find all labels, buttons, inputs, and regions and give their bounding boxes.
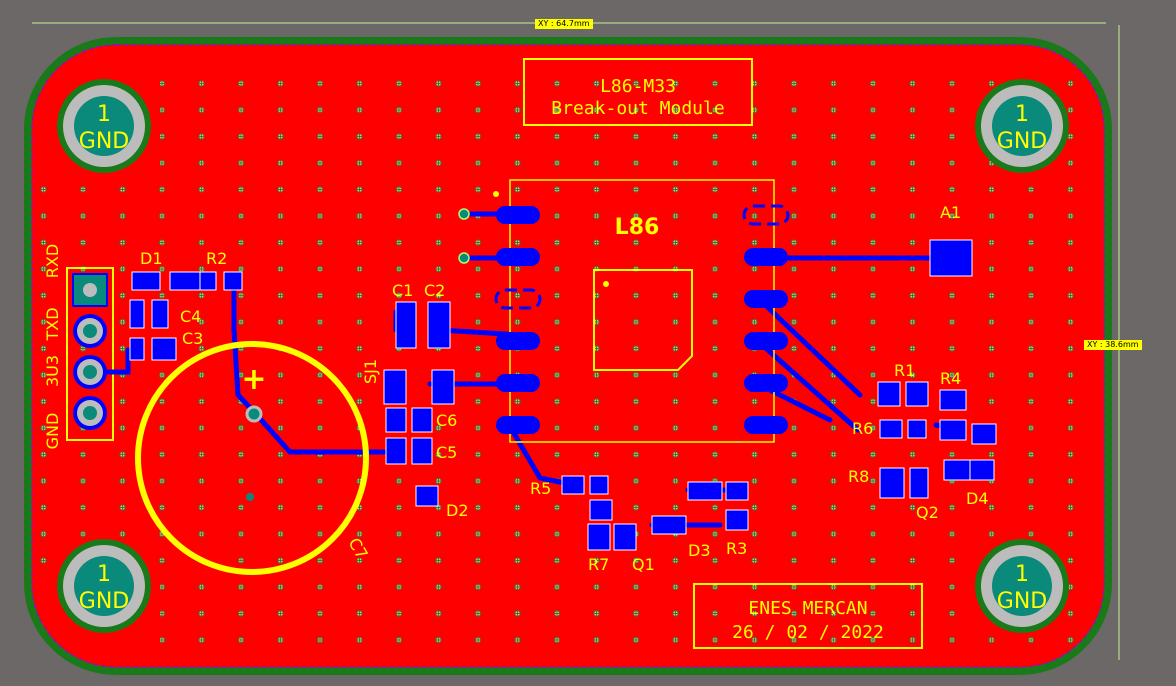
- title-line1: L86-M33: [600, 76, 676, 97]
- header-label-3v3: 3U3: [43, 355, 62, 387]
- svg-text:GND: GND: [79, 129, 129, 154]
- mounting-hole-bottom-right: 1 GND: [975, 539, 1069, 633]
- header-label-gnd: GND: [43, 413, 62, 450]
- author-name: ENES MERCAN: [748, 598, 867, 619]
- designator-r8: R8: [848, 467, 869, 486]
- designator-d2: D2: [446, 501, 469, 520]
- svg-text:1: 1: [97, 102, 111, 127]
- title-line2: Break-out Module: [551, 98, 724, 119]
- battery-plus-marker: +: [241, 362, 266, 397]
- svg-text:GND: GND: [997, 129, 1047, 154]
- author-date: 26 / 02 / 2022: [732, 622, 884, 643]
- designator-r2: R2: [206, 249, 227, 268]
- designator-r6: R6: [852, 419, 873, 438]
- designator-c1: C1: [392, 281, 413, 300]
- designator-sj1: SJ1: [361, 359, 380, 384]
- svg-text:GND: GND: [997, 589, 1047, 614]
- svg-text:GND: GND: [79, 589, 129, 614]
- designator-d4: D4: [966, 489, 989, 508]
- designator-q1: Q1: [632, 555, 655, 574]
- header-label-txd: TXD: [43, 307, 62, 341]
- svg-text:1: 1: [1015, 102, 1029, 127]
- svg-text:1: 1: [1015, 562, 1029, 587]
- svg-text:1: 1: [97, 562, 111, 587]
- designator-c6: C6: [436, 411, 457, 430]
- designator-c4: C4: [180, 307, 201, 326]
- header-label-rxd: RXD: [43, 244, 62, 278]
- designator-d1: D1: [140, 249, 163, 268]
- width-dimension-label: XY : 64.7mm: [535, 19, 593, 29]
- module-label: L86: [615, 215, 660, 240]
- mounting-hole-top-right: 1 GND: [975, 79, 1069, 173]
- stitching-vias: [160, 76, 1080, 656]
- mounting-hole-bottom-left: 1 GND: [57, 539, 151, 633]
- designator-r3: R3: [726, 539, 747, 558]
- designator-c5: C5: [436, 443, 457, 462]
- designator-c2: C2: [424, 281, 445, 300]
- designator-c3: C3: [182, 329, 203, 348]
- designator-q2: Q2: [916, 503, 939, 522]
- height-dimension-label: XY : 38.6mm: [1084, 340, 1142, 350]
- designator-r7: R7: [588, 555, 609, 574]
- pcb-canvas: L86-M33 Break-out Module ENES MERCAN 26 …: [24, 22, 1120, 675]
- mounting-hole-top-left: 1 GND: [57, 79, 151, 173]
- designator-r5: R5: [530, 479, 551, 498]
- designator-r4: R4: [940, 369, 961, 388]
- designator-r1: R1: [894, 361, 915, 380]
- designator-a1: A1: [940, 203, 961, 222]
- designator-d3: D3: [688, 541, 711, 560]
